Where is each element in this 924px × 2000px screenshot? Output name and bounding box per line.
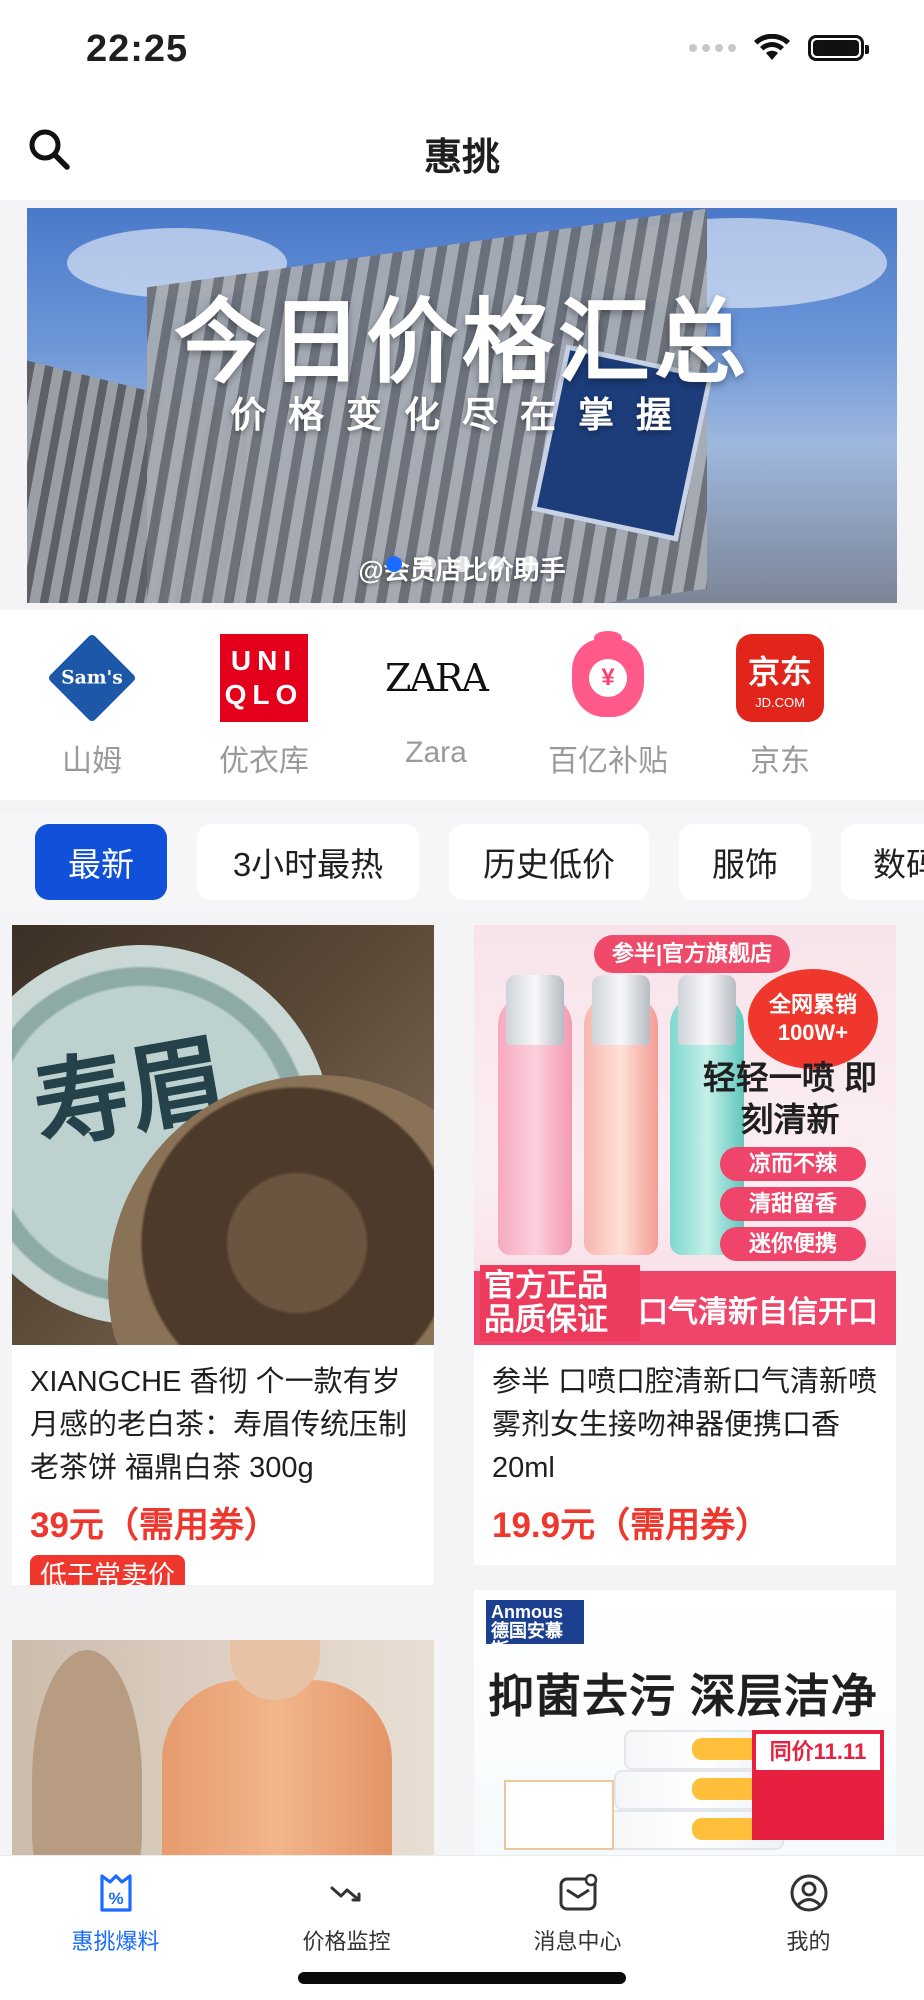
tabbar-label: 我的	[786, 1929, 831, 1954]
product-image	[12, 1640, 434, 1855]
page-title: 惠挑	[423, 137, 500, 179]
product-price: 39元（需用券）	[30, 1506, 279, 1545]
discount-tag-icon: %	[99, 1874, 132, 1912]
money-bag-logo: ¥	[562, 631, 654, 724]
message-icon	[559, 1873, 597, 1911]
promo-tag-label: 同价11.11	[756, 1734, 880, 1770]
tabbar-label: 惠挑爆料	[71, 1929, 160, 1954]
uniqlo-logo: UNI QLO	[218, 632, 310, 724]
wifi-icon	[754, 34, 790, 60]
banner-dot[interactable]	[522, 556, 538, 572]
banner-title: 今日价格汇总	[173, 292, 750, 394]
product-card[interactable]: Anmous 德国安慕斯 抑菌去污 深层洁净 同价11.11	[474, 1590, 896, 1855]
blouse-image	[162, 1680, 392, 1855]
banner-subtitle: 价格变化尽在掌握	[229, 394, 694, 435]
cellular-signal-icon	[689, 44, 736, 52]
banner-dot[interactable]	[420, 556, 436, 572]
product-card[interactable]: 参半|官方旗舰店 全网累销 100W+ 轻轻一喷 即刻清新 凉而不辣 清甜留香 …	[474, 925, 896, 1565]
banner-dot[interactable]	[454, 556, 470, 572]
filter-tabs: 最新 3小时最热 历史低价 服饰 数码	[0, 812, 924, 912]
store-name: 京东	[750, 745, 810, 778]
tabbar-item-profile[interactable]: 我的	[693, 1856, 924, 2000]
product-image: Anmous 德国安慕斯 抑菌去污 深层洁净 同价11.11	[474, 1590, 896, 1855]
jd-logo: 京东 JD.COM	[734, 632, 826, 724]
product-price: 19.9元（需用券）	[492, 1506, 771, 1545]
zara-logo: ZARA	[385, 656, 489, 700]
tab-history-low[interactable]: 历史低价	[449, 824, 649, 900]
product-headline: 抑菌去污 深层洁净	[488, 1670, 878, 1722]
home-indicator	[298, 1972, 626, 1984]
mannequin-image	[32, 1650, 142, 1855]
nav-bar: 惠挑	[0, 100, 924, 200]
bottle-cap	[678, 975, 736, 1045]
tab-latest[interactable]: 最新	[35, 824, 167, 900]
feature-pill: 清甜留香	[720, 1187, 866, 1221]
bottle-cap	[592, 975, 650, 1045]
battery-icon	[808, 35, 869, 61]
promo-banner[interactable]: 今日价格汇总 价格变化尽在掌握 @会员店比价助手	[27, 208, 897, 603]
product-slogan: 轻轻一喷 即刻清新	[702, 1059, 878, 1138]
store-name: 山姆	[62, 745, 122, 778]
promo-tag: 同价11.11	[752, 1730, 884, 1840]
product-card[interactable]	[12, 1640, 434, 1855]
wipes-box	[504, 1780, 614, 1850]
tabbar-label: 价格监控	[302, 1929, 391, 1954]
sales-badge: 全网累销 100W+	[748, 969, 878, 1069]
store-name: 优衣库	[219, 745, 309, 778]
tab-hot-3h[interactable]: 3小时最热	[197, 824, 419, 900]
tab-digital[interactable]: 数码	[841, 824, 924, 900]
banner-dot[interactable]	[386, 556, 402, 572]
store-name: 百亿补贴	[548, 745, 668, 778]
brand-banner: 参半|官方旗舰店	[594, 935, 791, 973]
product-title: XIANGCHE 香彻 个一款有岁月感的老白茶：寿眉传统压制老茶饼 福鼎白茶 3…	[30, 1366, 408, 1484]
footer-slogan: 口气清新自信开口	[638, 1296, 878, 1329]
svg-text:%: %	[108, 1889, 123, 1908]
feature-pill: 迷你便携	[720, 1227, 866, 1261]
quality-label: 官方正品 品质保证	[480, 1265, 640, 1341]
price-badge: 低于常卖价	[30, 1555, 185, 1585]
status-icons	[689, 34, 869, 62]
status-bar: 22:25	[0, 0, 924, 100]
bottle-cap	[506, 975, 564, 1045]
tab-apparel[interactable]: 服饰	[679, 824, 811, 900]
banner-pagination[interactable]	[27, 556, 897, 572]
tabbar-item-deals[interactable]: % 惠挑爆料	[0, 1856, 231, 2000]
brand-logo: Anmous 德国安慕斯	[486, 1600, 584, 1660]
store-item-zara[interactable]: ZARA Zara	[350, 610, 522, 800]
trend-down-icon	[330, 1886, 360, 1902]
product-card[interactable]: 寿眉 XIANGCHE 香彻 个一款有岁月感的老白茶：寿眉传统压制老茶饼 福鼎白…	[12, 925, 434, 1585]
store-item-uniqlo[interactable]: UNI QLO 优衣库	[178, 610, 350, 800]
store-list: Sam's 山姆 UNI QLO 优衣库 ZARA Zara ¥ 百亿补贴 京东 J…	[0, 610, 924, 800]
product-title: 参半 口喷口腔清新口气清新喷雾剂女生接吻神器便携口香20ml	[492, 1366, 878, 1484]
profile-icon	[790, 1874, 827, 1912]
feature-pill: 凉而不辣	[720, 1147, 866, 1181]
product-image: 寿眉	[12, 925, 434, 1345]
store-item-subsidy[interactable]: ¥ 百亿补贴	[522, 610, 694, 800]
product-image: 参半|官方旗舰店 全网累销 100W+ 轻轻一喷 即刻清新 凉而不辣 清甜留香 …	[474, 925, 896, 1345]
store-item-jd[interactable]: 京东 JD.COM 京东	[694, 610, 866, 800]
tabbar-label: 消息中心	[533, 1929, 622, 1954]
sams-club-logo: Sam's	[46, 632, 138, 724]
store-name: Zara	[405, 736, 467, 769]
status-time: 22:25	[86, 28, 189, 70]
banner-dot[interactable]	[488, 556, 504, 572]
store-item-sams[interactable]: Sam's 山姆	[6, 610, 178, 800]
